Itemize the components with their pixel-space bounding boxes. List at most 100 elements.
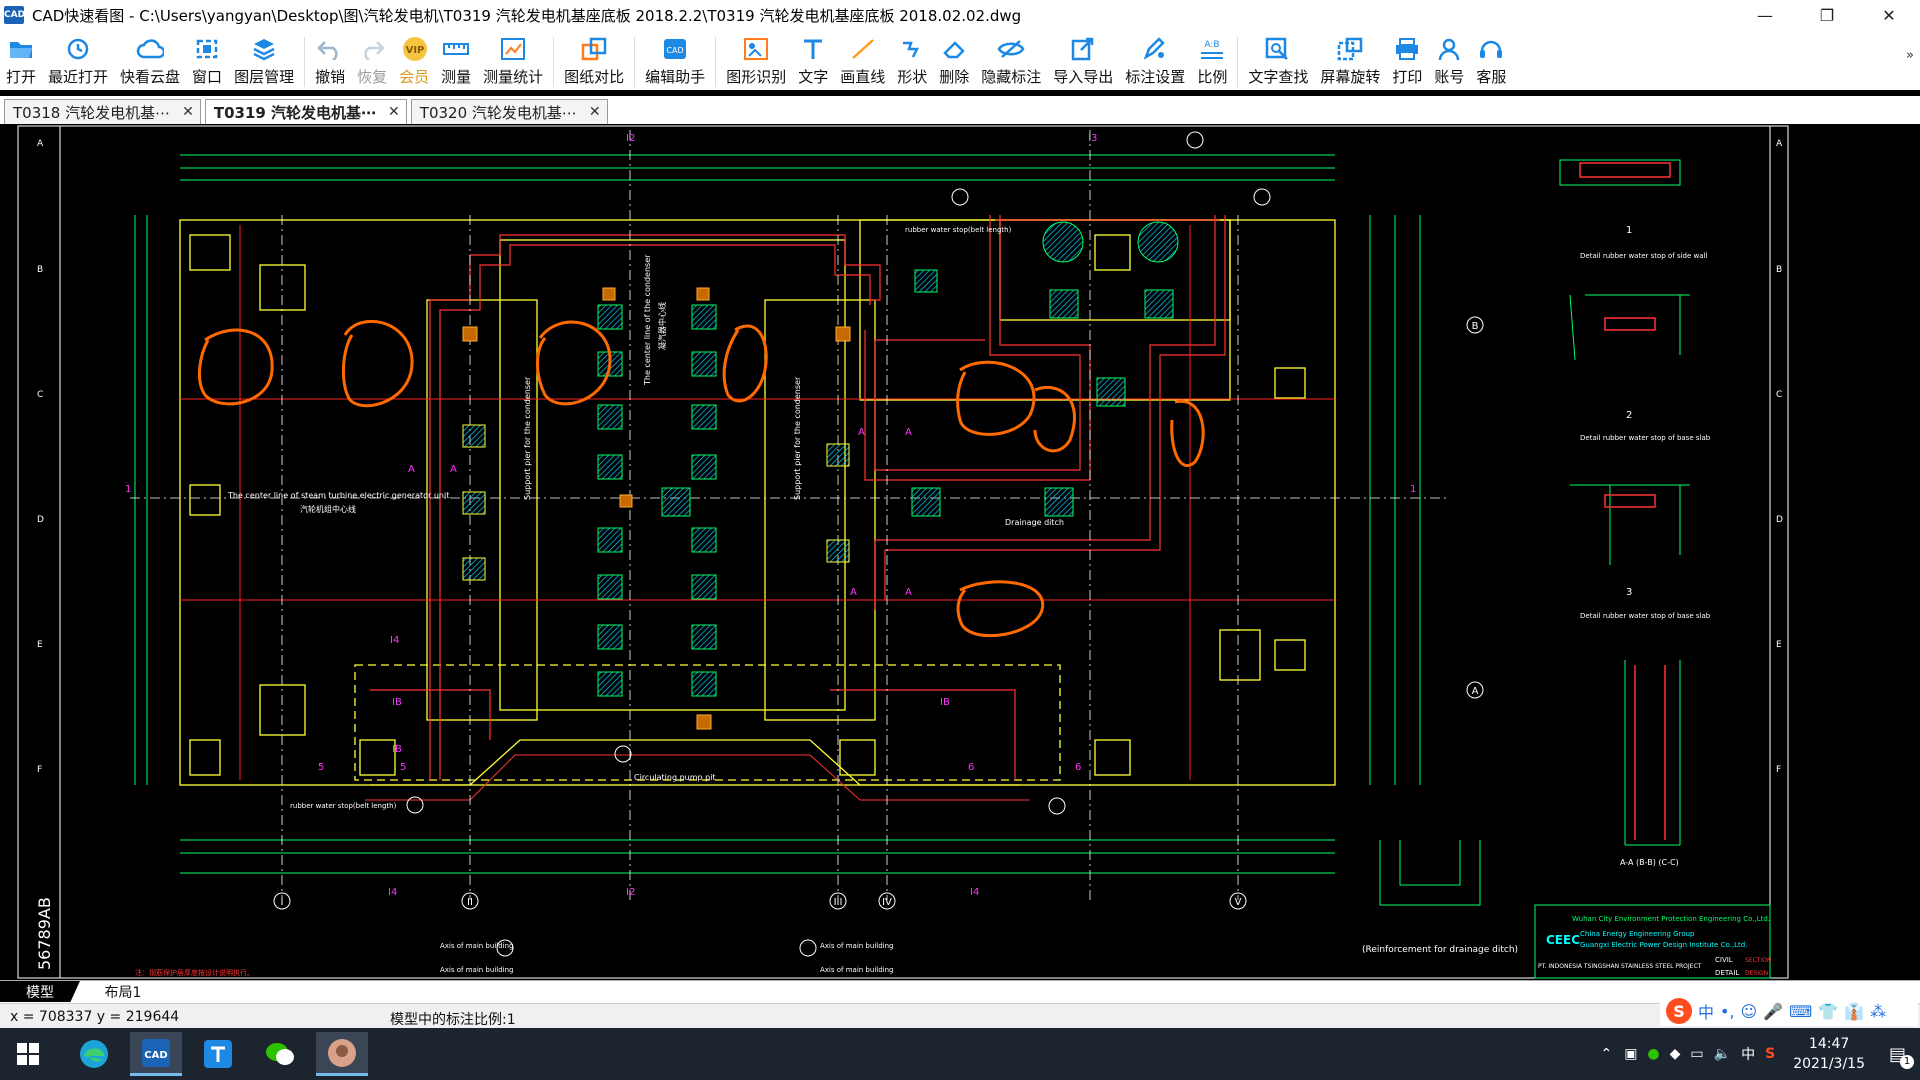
svg-text:6: 6 — [968, 762, 974, 773]
ime-toolbox-icon[interactable]: ⁂ — [1870, 1002, 1886, 1021]
clock[interactable]: 14:47 2021/3/15 — [1793, 1034, 1865, 1074]
svg-text:Circulating pump pit: Circulating pump pit — [634, 773, 716, 782]
photo-viewer-icon[interactable] — [316, 1032, 368, 1076]
ime-keyboard-icon[interactable]: ⌨ — [1789, 1002, 1812, 1021]
measure-label: 测量 — [441, 68, 472, 86]
tab-close-icon[interactable]: ✕ — [182, 104, 194, 120]
tab-t0318[interactable]: T0318 汽轮发电机基⋯ ✕ — [4, 99, 201, 124]
cloud-button[interactable]: 快看云盘 — [114, 34, 186, 90]
ime-skin-icon[interactable]: 👕 — [1818, 1002, 1838, 1021]
ime-language-indicator[interactable]: 中 — [1741, 1044, 1755, 1064]
pen-settings-icon — [1141, 36, 1169, 62]
ime-emoji-icon[interactable]: ☺ — [1741, 1002, 1758, 1021]
measure-stats-button[interactable]: 测量统计 — [477, 34, 549, 90]
tab-label: T0320 汽轮发电机基⋯ — [419, 103, 577, 122]
svg-text:IB: IB — [392, 744, 402, 755]
svg-text:B: B — [1472, 321, 1479, 332]
edge-browser-icon[interactable] — [68, 1032, 120, 1076]
minimize-button[interactable]: — — [1734, 0, 1796, 30]
hide-marks-button[interactable]: 隐藏标注 — [975, 34, 1047, 90]
wechat-icon[interactable] — [254, 1032, 306, 1076]
svg-text:1: 1 — [1626, 225, 1632, 236]
tab-model[interactable]: 模型 — [0, 981, 80, 1002]
edit-helper-icon: CAD — [661, 36, 689, 62]
hatched-piers — [597, 269, 1174, 697]
account-button[interactable]: 账号 — [1428, 34, 1470, 90]
tab-close-icon[interactable]: ✕ — [589, 104, 601, 120]
layers-icon — [250, 36, 278, 62]
drawing-canvas[interactable]: A B C D E F A B C D E F 56789AB I II III… — [0, 124, 1920, 980]
row-letters-right: A B C D E F — [1776, 139, 1783, 775]
vip-button[interactable]: VIP 会员 — [393, 34, 435, 90]
text-button[interactable]: 文字 — [792, 34, 834, 90]
svg-text:V: V — [1235, 897, 1242, 908]
wechat-tray-icon[interactable]: ● — [1647, 1046, 1659, 1062]
svg-text:Axis of main building: Axis of main building — [440, 942, 513, 950]
speaker-icon[interactable]: 🔈 — [1714, 1046, 1731, 1062]
edit-helper-button[interactable]: CAD 编辑助手 — [639, 34, 711, 90]
svg-text:B: B — [37, 265, 43, 275]
sogou-tray-icon[interactable]: S — [1765, 1046, 1775, 1062]
ime-voice-icon[interactable]: 🎤 — [1763, 1002, 1783, 1021]
undo-button[interactable]: 撤销 — [309, 34, 351, 90]
cad-viewer-taskbar-icon[interactable]: CAD — [130, 1032, 182, 1076]
ime-clothes-icon[interactable]: 👔 — [1844, 1002, 1864, 1021]
svg-text:3: 3 — [1626, 587, 1632, 598]
close-button[interactable]: ✕ — [1858, 0, 1920, 30]
chevron-up-icon[interactable]: ⌃ — [1600, 1046, 1612, 1062]
shape-recog-button[interactable]: 图形识别 — [720, 34, 792, 90]
ime-punct[interactable]: •, — [1720, 1002, 1735, 1021]
window-frame-icon — [193, 36, 221, 62]
printer-icon — [1393, 36, 1421, 62]
recent-button[interactable]: 最近打开 — [42, 34, 114, 90]
shape-label: 形状 — [897, 68, 928, 86]
ime-mode[interactable]: 中 — [1698, 999, 1714, 1023]
open-button[interactable]: 打开 — [0, 34, 42, 90]
headset-icon — [1477, 36, 1505, 62]
tab-t0319[interactable]: T0319 汽轮发电机基⋯ ✕ — [204, 99, 407, 124]
undo-label: 撤销 — [315, 68, 346, 86]
battery-icon[interactable]: ▭ — [1690, 1046, 1703, 1062]
import-export-button[interactable]: 导入导出 — [1047, 34, 1119, 90]
mark-settings-button[interactable]: 标注设置 — [1119, 34, 1191, 90]
layers-button[interactable]: 图层管理 — [228, 34, 300, 90]
svg-text:PT. INDONESIA TSINGSHAN STAINL: PT. INDONESIA TSINGSHAN STAINLESS STEEL … — [1538, 963, 1702, 970]
delete-button[interactable]: 删除 — [933, 34, 975, 90]
svg-text:Drainage ditch: Drainage ditch — [1005, 518, 1064, 527]
maximize-button[interactable]: ❐ — [1796, 0, 1858, 30]
measure-button[interactable]: 测量 — [435, 34, 477, 90]
toolbar-divider — [1237, 37, 1239, 87]
toolbar-more-button[interactable]: » — [1906, 48, 1914, 63]
svg-text:A: A — [850, 587, 857, 598]
scale-button[interactable]: A:B 比例 — [1191, 34, 1233, 90]
rotate-button[interactable]: 屏幕旋转 — [1314, 34, 1386, 90]
tab-t0320[interactable]: T0320 汽轮发电机基⋯ ✕ — [410, 99, 608, 124]
shape-button[interactable]: 形状 — [891, 34, 933, 90]
sheet-border — [17, 125, 1789, 979]
tab-close-icon[interactable]: ✕ — [388, 104, 400, 120]
ime-toolbar[interactable]: S 中 •, ☺ 🎤 ⌨ 👕 👔 ⁂ — [1660, 996, 1918, 1026]
svg-text:Axis of main building: Axis of main building — [820, 942, 893, 950]
print-button[interactable]: 打印 — [1386, 34, 1428, 90]
support-blocks — [462, 424, 850, 581]
svg-text:5: 5 — [400, 762, 406, 773]
delete-label: 删除 — [939, 68, 970, 86]
app-tray-icon[interactable]: ◆ — [1670, 1046, 1681, 1062]
svg-text:IB: IB — [940, 697, 950, 708]
text-editor-t-icon[interactable] — [192, 1032, 244, 1076]
start-windows-icon[interactable] — [2, 1032, 54, 1076]
toolbar-divider — [553, 37, 555, 87]
vip-crown-icon: VIP — [400, 36, 428, 62]
service-button[interactable]: 客服 — [1470, 34, 1512, 90]
tab-layout1[interactable]: 布局1 — [82, 981, 164, 1002]
window-button[interactable]: 窗口 — [186, 34, 228, 90]
network-app-icon[interactable]: ▣ — [1624, 1046, 1637, 1062]
text-search-button[interactable]: 文字查找 — [1242, 34, 1314, 90]
line-button[interactable]: 画直线 — [834, 34, 891, 90]
compare-button[interactable]: 图纸对比 — [558, 34, 630, 90]
svg-text:C: C — [1776, 390, 1782, 400]
redo-button[interactable]: 恢复 — [351, 34, 393, 90]
account-label: 账号 — [1434, 68, 1465, 86]
notification-icon[interactable]: ▤ 1 — [1889, 1044, 1914, 1069]
svg-text:Support pier for the condenser: Support pier for the condenser — [793, 376, 802, 500]
